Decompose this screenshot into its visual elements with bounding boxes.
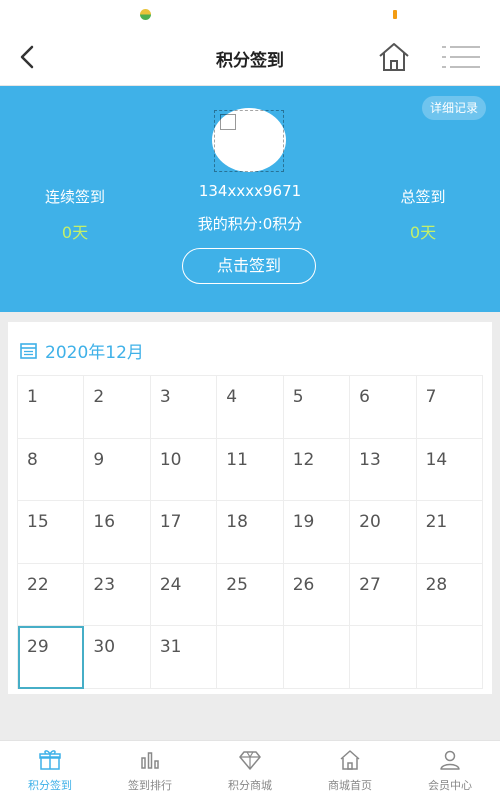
tab-bar-chart[interactable]: 签到排行 — [100, 741, 200, 800]
total-label: 总签到 — [400, 188, 446, 206]
calendar-day-cell[interactable]: 9 — [84, 438, 151, 502]
calendar-day-cell[interactable]: 27 — [350, 563, 417, 627]
calendar-day-cell[interactable]: 24 — [150, 563, 218, 627]
calendar-day-cell[interactable]: 25 — [217, 563, 284, 627]
nav-bar: 积分签到 — [0, 30, 500, 86]
status-bar — [0, 0, 500, 30]
detail-records-button[interactable]: 详细记录 — [421, 96, 486, 120]
calendar-day-cell[interactable]: 2 — [84, 376, 151, 439]
tab-home[interactable]: 商城首页 — [300, 741, 400, 800]
tab-user[interactable]: 会员中心 — [400, 741, 500, 800]
calendar-day-cell[interactable]: 17 — [150, 501, 218, 564]
streak-value: 0天 — [61, 223, 89, 242]
tab-label: 会员中心 — [428, 779, 472, 792]
tab-diamond[interactable]: 积分商城 — [200, 741, 300, 800]
calendar-day-cell[interactable]: 15 — [18, 501, 85, 564]
calendar-day-cell[interactable]: 23 — [84, 563, 151, 627]
tab-label: 商城首页 — [328, 779, 372, 792]
calendar-day-cell[interactable]: 10 — [150, 438, 218, 502]
calendar-icon — [20, 342, 37, 359]
calendar-day-cell[interactable]: 7 — [416, 376, 483, 439]
tab-label: 积分签到 — [28, 779, 72, 792]
avatar[interactable] — [212, 108, 286, 172]
total-stat: 总签到 0天 — [368, 186, 478, 243]
calendar-day-cell[interactable]: 29 — [18, 626, 85, 689]
menu-button[interactable] — [440, 44, 482, 70]
calendar-day-cell[interactable]: 8 — [18, 438, 85, 502]
list-menu-icon — [442, 46, 480, 68]
calendar-day-cell[interactable]: 16 — [84, 501, 151, 564]
calendar-day-cell[interactable]: 21 — [416, 501, 483, 564]
calendar-month-label: 2020年12月 — [45, 342, 144, 363]
battery-indicator-icon — [393, 10, 397, 19]
user-icon — [440, 750, 460, 770]
calendar-day-cell[interactable]: 6 — [350, 376, 417, 439]
calendar-grid: 1 2 3 4 5 6 7 8 9 10 11 12 13 14 15 16 17 18 19 20 21 22 23 24 2… — [17, 375, 483, 689]
app-notification-icon — [140, 9, 151, 20]
calendar-empty-cell — [283, 626, 351, 689]
user-summary-panel: 详细记录 134xxxx9671 我的积分:0积分 连续签到 0天 总签到 0天… — [0, 86, 500, 312]
streak-label: 连续签到 — [44, 188, 105, 206]
gift-icon — [39, 750, 61, 770]
tab-label: 积分商城 — [228, 779, 272, 792]
calendar-day-cell[interactable]: 22 — [18, 563, 85, 627]
calendar-day-cell[interactable]: 1 — [18, 376, 85, 439]
streak-stat: 连续签到 0天 — [20, 186, 130, 243]
page-title: 积分签到 — [216, 51, 284, 71]
tab-label: 签到排行 — [128, 779, 172, 792]
tab-gift[interactable]: 积分签到 — [0, 741, 100, 800]
home-button[interactable] — [377, 41, 411, 73]
sign-in-button[interactable]: 点击签到 — [182, 248, 316, 284]
calendar-day-cell[interactable]: 20 — [350, 501, 417, 564]
total-value: 0天 — [409, 223, 437, 242]
calendar-empty-cell — [350, 626, 417, 689]
calendar-card: 2020年12月 1 2 3 4 5 6 7 8 9 10 11 12 13 14 15 16 17 18 19 20… — [8, 322, 492, 694]
calendar-day-cell[interactable]: 31 — [150, 626, 218, 689]
calendar-day-cell[interactable]: 12 — [283, 438, 351, 502]
calendar-day-cell[interactable]: 14 — [416, 438, 483, 502]
calendar-day-cell[interactable]: 11 — [217, 438, 284, 502]
calendar-day-cell[interactable]: 28 — [416, 563, 483, 627]
home-icon — [379, 43, 409, 71]
diamond-icon — [239, 751, 261, 770]
calendar-day-cell[interactable]: 26 — [283, 563, 351, 627]
bottom-tab-bar: 积分签到 签到排行 积分商城 商城首页 会员中心 — [0, 740, 500, 800]
calendar-empty-cell — [416, 626, 483, 689]
calendar-day-cell[interactable]: 3 — [150, 376, 218, 439]
calendar-day-cell[interactable]: 4 — [217, 376, 284, 439]
calendar-empty-cell — [217, 626, 284, 689]
home-icon — [340, 750, 360, 770]
calendar-day-cell[interactable]: 13 — [350, 438, 417, 502]
calendar-day-cell[interactable]: 19 — [283, 501, 351, 564]
calendar-day-cell[interactable]: 5 — [283, 376, 351, 439]
calendar-day-cell[interactable]: 30 — [84, 626, 151, 689]
bar-chart-icon — [141, 752, 159, 769]
calendar-day-cell[interactable]: 18 — [217, 501, 284, 564]
calendar-header: 2020年12月 — [20, 337, 144, 363]
